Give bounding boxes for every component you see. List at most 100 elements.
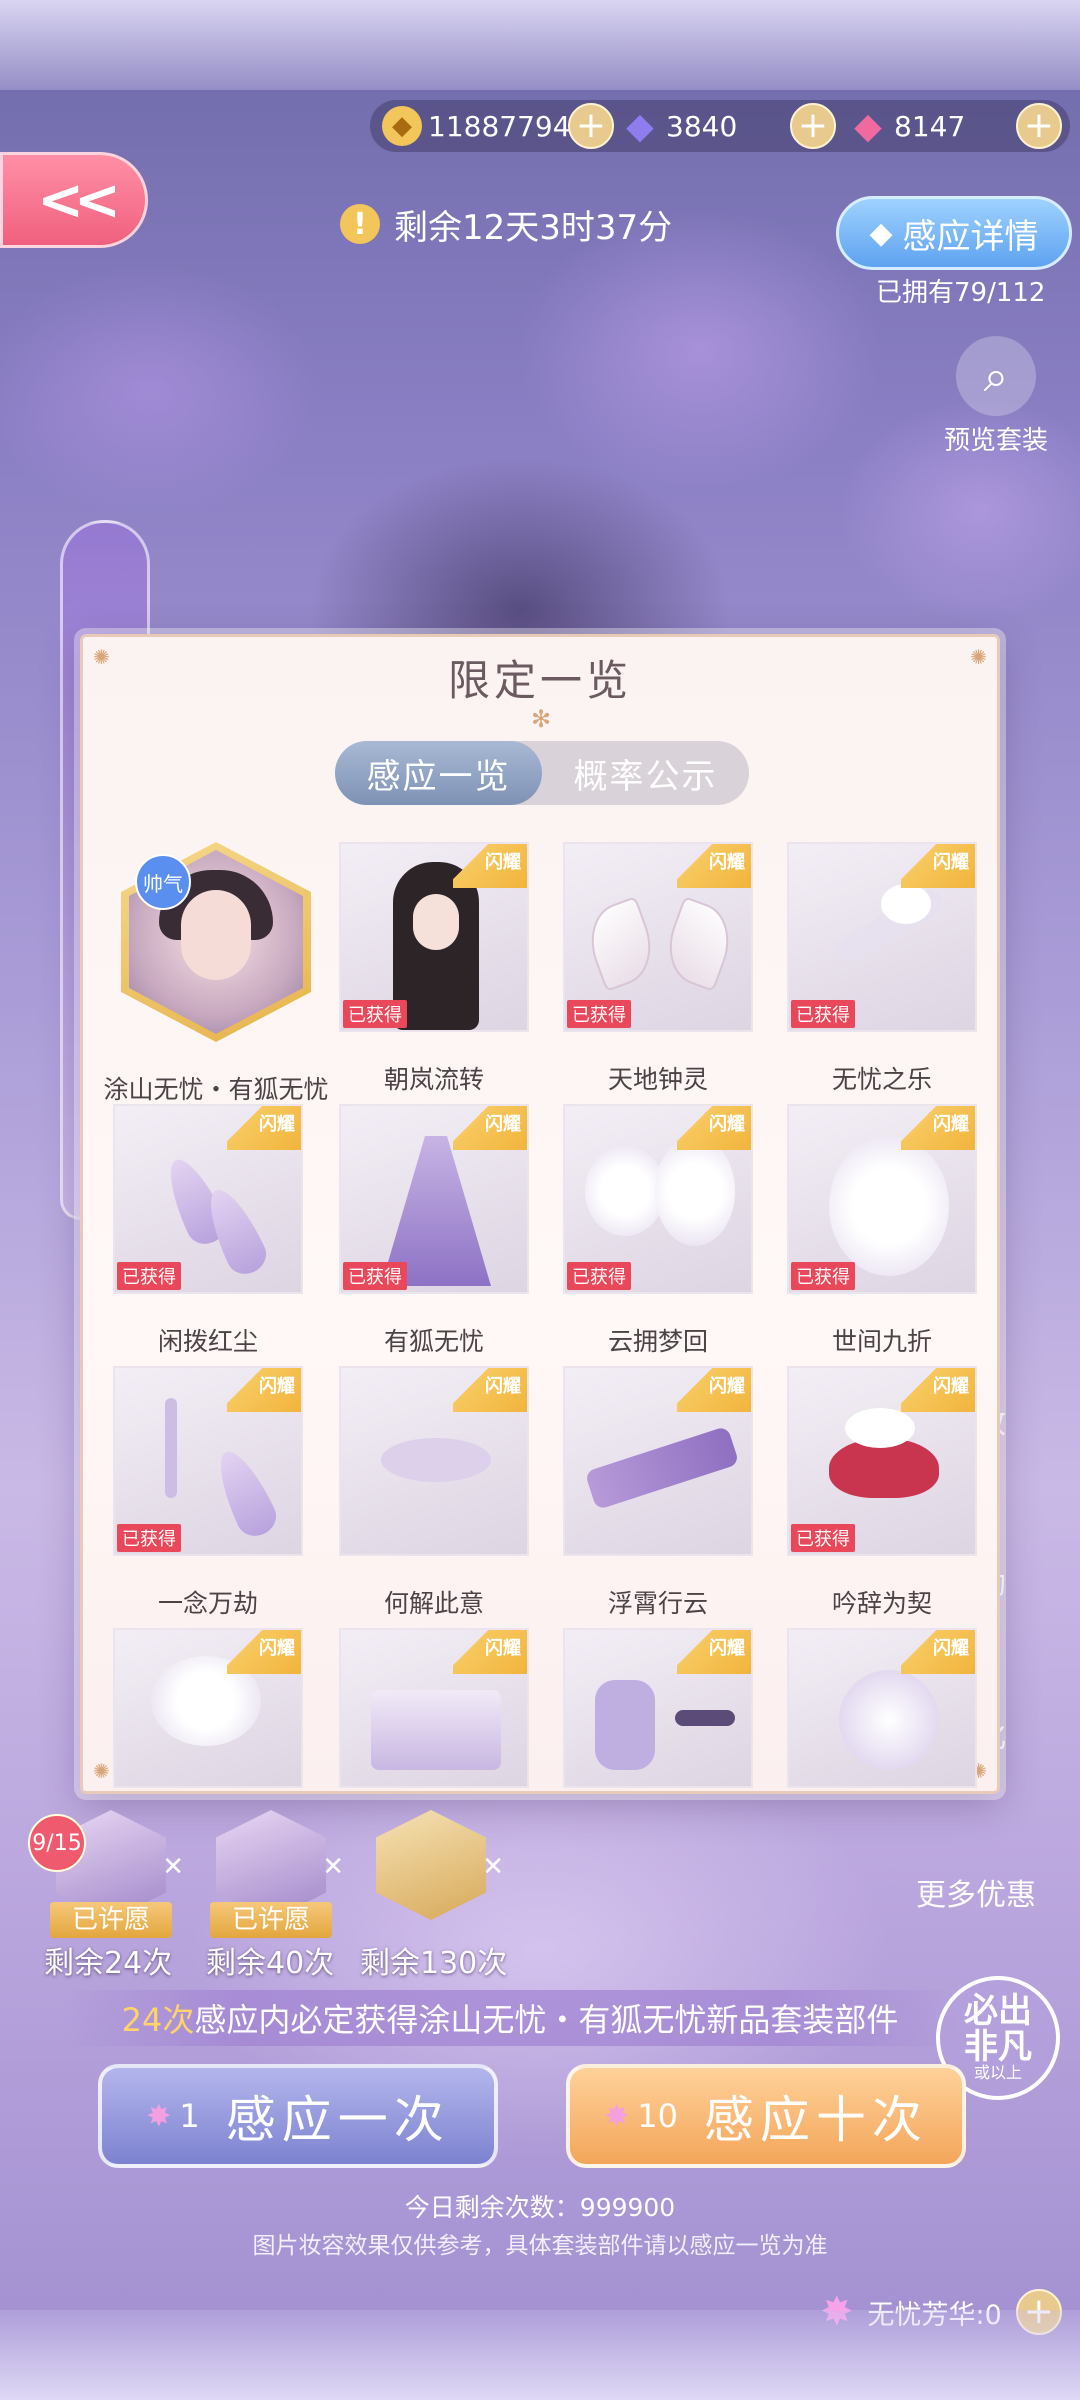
- seal-subtext: 或以上: [973, 2063, 1022, 2083]
- guarantee-banner: 24次 感应内必定获得涂山无忧・有狐无忧新品套装部件: [60, 1990, 960, 2046]
- diamond-amount: 3840: [666, 109, 738, 143]
- item-name: 闲拨红尘: [157, 1327, 258, 1356]
- acquired-tag: 已获得: [117, 1524, 181, 1552]
- add-gold-button[interactable]: +: [568, 103, 614, 149]
- diamond-currency: ◆ 3840 +: [620, 100, 836, 152]
- item-name: 天地钟灵: [607, 1065, 708, 1094]
- remove-icon[interactable]: ✕: [162, 1852, 184, 1882]
- acquired-tag: 已获得: [343, 1262, 407, 1290]
- pink-diamond-amount: 8147: [894, 109, 966, 143]
- add-diamond-button[interactable]: +: [790, 103, 836, 149]
- item-card[interactable]: 闪耀: [787, 1628, 977, 1788]
- sparkle-ribbon: 闪耀: [453, 1106, 527, 1150]
- item-thumbnail: 闪耀 已获得: [787, 842, 977, 1032]
- add-pink-diamond-button[interactable]: +: [1016, 103, 1062, 149]
- wish-slot[interactable]: ✕: [376, 1810, 504, 1930]
- item-name: 云拥梦回: [607, 1327, 708, 1356]
- tab-item-list[interactable]: 感应一览: [335, 741, 542, 805]
- sparkle-ribbon: 闪耀: [227, 1630, 301, 1674]
- item-card[interactable]: 帅气 涂山无忧・有狐无忧: [103, 842, 329, 1106]
- sparkle-ribbon: 闪耀: [901, 1630, 975, 1674]
- sparkle-ribbon: 闪耀: [901, 1106, 975, 1150]
- pull-once-button[interactable]: ✸ 1 感应一次: [98, 2064, 498, 2168]
- item-thumbnail: 闪耀: [787, 1628, 977, 1788]
- wish-remaining: 剩余40次: [206, 1946, 335, 1981]
- acquired-tag: 已获得: [791, 1000, 855, 1028]
- currency-bar: ◆ 11887794 + ◆ 3840 + ◆ 8147 +: [370, 100, 1070, 152]
- item-card[interactable]: 闪耀 已获得 吟辞为契: [787, 1366, 977, 1620]
- item-name: 有狐无忧: [383, 1327, 484, 1356]
- pink-diamond-currency: ◆ 8147 +: [848, 100, 1062, 152]
- sparkle-gem-icon: ✸: [604, 2098, 630, 2134]
- preview-outfit-button[interactable]: ⌕ 预览套装: [936, 336, 1056, 457]
- sparkle-ribbon: 闪耀: [453, 1630, 527, 1674]
- item-name: 朝岚流转: [383, 1065, 484, 1094]
- sparkle-ribbon: 闪耀: [677, 1106, 751, 1150]
- item-card[interactable]: 闪耀 浮霄行云: [563, 1366, 753, 1620]
- item-card[interactable]: 闪耀: [339, 1628, 529, 1788]
- remove-icon[interactable]: ✕: [482, 1852, 504, 1882]
- item-name: 涂山无忧・有狐无忧: [103, 1075, 329, 1104]
- detail-button-label: 感应详情: [902, 216, 1039, 257]
- sparkle-ribbon: 闪耀: [677, 1630, 751, 1674]
- modal-title: 限定一览: [447, 656, 632, 705]
- corner-ornament: ✺: [93, 1759, 110, 1783]
- remaining-today: 今日剩余次数：999900: [404, 2193, 676, 2222]
- item-name: 浮霄行云: [607, 1589, 708, 1618]
- item-name: 何解此意: [383, 1589, 484, 1618]
- gold-currency: ◆ 11887794 +: [382, 100, 614, 152]
- item-thumbnail: 闪耀: [113, 1628, 303, 1788]
- seal-line: 非凡: [964, 2026, 1032, 2067]
- acquired-tag: 已获得: [117, 1262, 181, 1290]
- snowflake-icon: ✻: [531, 705, 552, 733]
- tab-probability[interactable]: 概率公示: [542, 741, 749, 805]
- disclaimer-text: 图片妆容效果仅供参考，具体套装部件请以感应一览为准: [252, 2233, 828, 2259]
- wished-tag: 已许愿: [210, 1902, 332, 1938]
- item-thumbnail: 闪耀 已获得: [787, 1366, 977, 1556]
- remove-icon[interactable]: ✕: [322, 1852, 344, 1882]
- gold-amount: 11887794: [428, 109, 571, 143]
- acquired-tag: 已获得: [791, 1524, 855, 1552]
- pull-ten-button[interactable]: ✸ 10 感应十次: [566, 2064, 966, 2168]
- item-thumbnail: 闪耀 已获得: [563, 1104, 753, 1294]
- item-card[interactable]: 闪耀 已获得 朝岚流转: [339, 842, 529, 1096]
- acquired-tag: 已获得: [343, 1000, 407, 1028]
- item-card[interactable]: 闪耀 已获得 一念万劫: [113, 1366, 303, 1620]
- detail-button[interactable]: ◆ 感应详情: [836, 196, 1072, 270]
- item-name: 一念万劫: [157, 1589, 258, 1618]
- item-card[interactable]: 闪耀 已获得 世间九折: [787, 1104, 977, 1358]
- acquired-tag: 已获得: [791, 1262, 855, 1290]
- sparkle-ribbon: 闪耀: [453, 1368, 527, 1412]
- item-card[interactable]: 闪耀 已获得 无忧之乐: [787, 842, 977, 1096]
- item-thumbnail: 闪耀 已获得: [787, 1104, 977, 1294]
- item-thumbnail: 闪耀 已获得: [563, 842, 753, 1032]
- wish-remaining: 剩余130次: [360, 1946, 508, 1981]
- item-thumbnail: 闪耀 已获得: [113, 1104, 303, 1294]
- modal-tabs: 感应一览 概率公示: [335, 741, 749, 805]
- more-deals-tab[interactable]: 更多优惠: [916, 1870, 1050, 1914]
- magnifier-icon: ⌕: [956, 336, 1036, 416]
- acquired-tag: 已获得: [567, 1000, 631, 1028]
- pull-cost: 10: [637, 2097, 678, 2135]
- item-name: 无忧之乐: [831, 1065, 932, 1094]
- item-card[interactable]: 闪耀 已获得 闲拨红尘: [113, 1104, 303, 1358]
- item-thumbnail: 闪耀 已获得: [113, 1366, 303, 1556]
- item-card[interactable]: 闪耀: [563, 1628, 753, 1788]
- wished-tag: 已许愿: [50, 1902, 172, 1938]
- item-card[interactable]: 闪耀 何解此意: [339, 1366, 529, 1620]
- sparkle-gem-icon: ✸: [146, 2098, 172, 2134]
- sparkle-ribbon: 闪耀: [227, 1106, 301, 1150]
- item-card[interactable]: 闪耀 已获得 有狐无忧: [339, 1104, 529, 1358]
- sparkle-ribbon: 闪耀: [901, 844, 975, 888]
- diamond-icon: ◆: [869, 215, 893, 251]
- item-card[interactable]: 闪耀 已获得 云拥梦回: [563, 1104, 753, 1358]
- sparkle-ribbon: 闪耀: [677, 844, 751, 888]
- item-card[interactable]: 闪耀 已获得 天地钟灵: [563, 842, 753, 1096]
- back-button[interactable]: <<: [0, 152, 148, 248]
- item-card[interactable]: 闪耀: [113, 1628, 303, 1788]
- item-thumbnail: 闪耀: [563, 1366, 753, 1556]
- wish-item-image: [376, 1810, 486, 1920]
- guarantee-count: 24次: [121, 2001, 195, 2039]
- wish-slot[interactable]: ✕ 已许愿: [210, 1810, 344, 1938]
- acquired-tag: 已获得: [567, 1262, 631, 1290]
